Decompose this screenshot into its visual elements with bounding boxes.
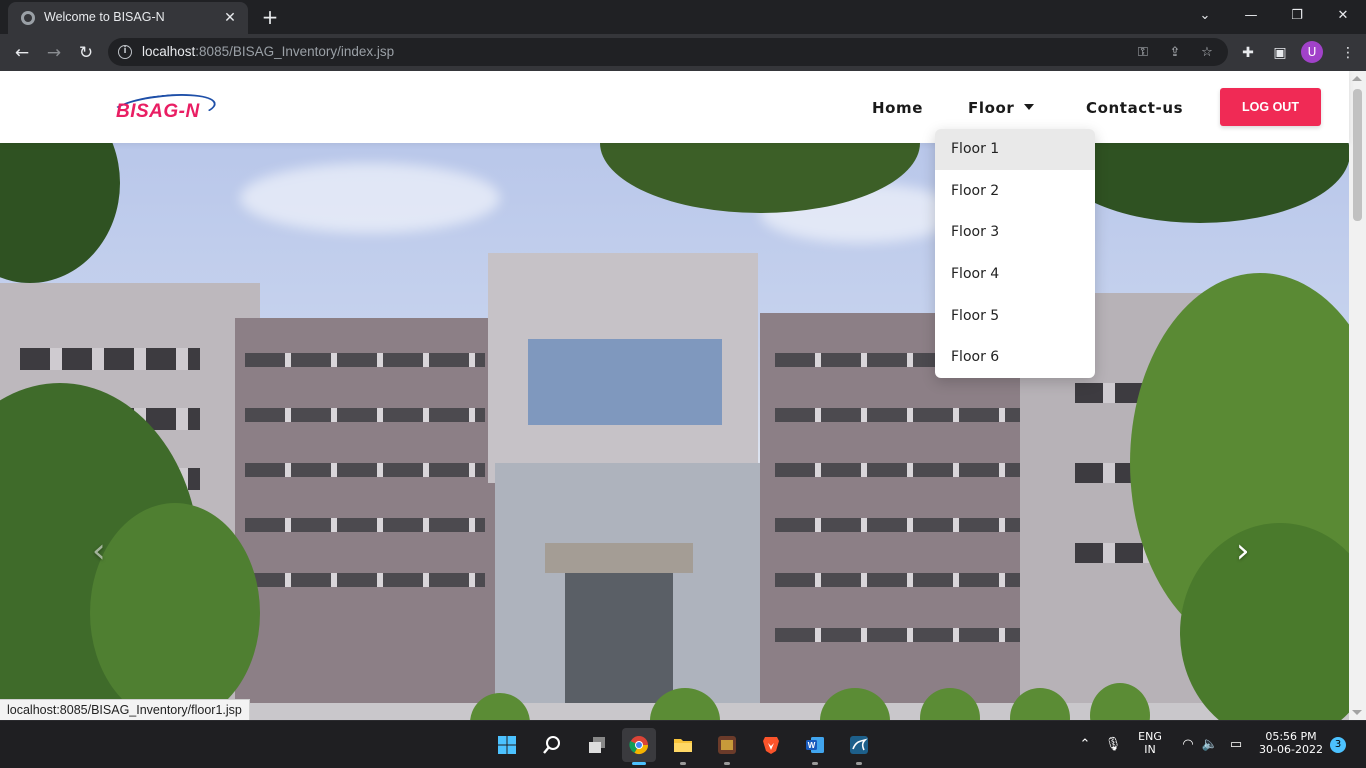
dropdown-item-floor-6[interactable]: Floor 6	[935, 337, 1095, 378]
workbench-taskbar-button[interactable]	[842, 728, 876, 765]
dropdown-item-floor-3[interactable]: Floor 3	[935, 212, 1095, 253]
dropdown-item-floor-2[interactable]: Floor 2	[935, 171, 1095, 212]
page-viewport: BISAG-N Home Floor Contact-us LOG OUT ‹ …	[0, 71, 1366, 720]
profile-avatar[interactable]: U	[1301, 41, 1323, 63]
carousel-prev-arrow-icon[interactable]: ‹	[92, 531, 106, 571]
task-view-icon	[589, 737, 605, 753]
windows-taskbar: W ⌃ 🎙 ENG IN ◠ 🔈 ▭ 05:56 PM 30-06-2022 3	[0, 720, 1366, 768]
reload-button[interactable]: ↻	[73, 40, 99, 66]
tab-title: Welcome to BISAG-N	[44, 10, 165, 24]
carousel-next-arrow-icon[interactable]: ›	[1236, 531, 1250, 571]
restore-button[interactable]: ❐	[1277, 4, 1317, 28]
search-button[interactable]	[535, 728, 569, 762]
language-indicator[interactable]: ENG IN	[1132, 730, 1168, 756]
scroll-down-arrow-icon[interactable]	[1352, 710, 1362, 715]
running-indicator	[812, 762, 818, 765]
url-text[interactable]: localhost:8085/BISAG_Inventory/index.jsp	[142, 44, 394, 59]
dropdown-item-floor-4[interactable]: Floor 4	[935, 254, 1095, 295]
key-icon[interactable]: ⚿	[1132, 42, 1154, 64]
running-indicator	[856, 762, 862, 765]
nav-contact-link[interactable]: Contact-us	[1086, 99, 1183, 117]
bisag-logo[interactable]: BISAG-N	[108, 89, 220, 129]
site-navbar: BISAG-N Home Floor Contact-us LOG OUT	[0, 71, 1349, 143]
brave-lion-icon	[763, 737, 779, 754]
battery-icon[interactable]: ▭	[1226, 735, 1246, 755]
bookmark-star-icon[interactable]: ☆	[1196, 42, 1218, 64]
tab-close-button[interactable]: ✕	[220, 8, 240, 28]
windows-logo-icon	[498, 736, 516, 754]
word-taskbar-button[interactable]: W	[798, 728, 832, 765]
site-info-icon[interactable]: i	[118, 45, 132, 59]
share-icon[interactable]: ⇪	[1164, 42, 1186, 64]
clock[interactable]: 05:56 PM 30-06-2022	[1254, 730, 1328, 756]
hero-carousel: ‹ ›	[0, 143, 1349, 720]
close-window-button[interactable]: ✕	[1323, 4, 1363, 28]
side-panel-icon[interactable]: ▣	[1267, 40, 1293, 66]
nav-home-link[interactable]: Home	[872, 99, 923, 117]
task-view-button[interactable]	[580, 728, 614, 762]
chrome-icon	[629, 736, 648, 755]
brave-taskbar-button[interactable]	[754, 728, 788, 762]
database-dolphin-icon	[850, 736, 868, 754]
app-icon	[718, 736, 736, 754]
logout-button[interactable]: LOG OUT	[1220, 88, 1321, 126]
start-button[interactable]	[490, 728, 524, 762]
active-indicator	[632, 762, 646, 765]
nav-floor-dropdown-toggle[interactable]: Floor	[968, 99, 1035, 117]
forward-button[interactable]: →	[41, 40, 67, 66]
cloud	[240, 163, 500, 233]
browser-tabstrip: Welcome to BISAG-N ✕ + ⌄ — ❐ ✕	[0, 0, 1366, 34]
notification-count-badge[interactable]: 3	[1330, 737, 1346, 753]
floor-dropdown-menu: Floor 1 Floor 2 Floor 3 Floor 4 Floor 5 …	[935, 129, 1095, 378]
back-button[interactable]: ←	[9, 40, 35, 66]
caret-down-icon	[1024, 103, 1035, 110]
extensions-puzzle-icon[interactable]: ✚	[1235, 40, 1261, 66]
file-explorer-taskbar-button[interactable]	[666, 728, 700, 765]
browser-toolbar: ← → ↻ i localhost:8085/BISAG_Inventory/i…	[0, 34, 1366, 71]
tab-search-chevron-icon[interactable]: ⌄	[1185, 4, 1225, 28]
volume-icon[interactable]: 🔈	[1200, 735, 1220, 755]
minimize-button[interactable]: —	[1231, 4, 1271, 28]
microphone-icon[interactable]: 🎙	[1103, 735, 1123, 755]
word-icon: W	[806, 737, 824, 753]
dropdown-item-floor-5[interactable]: Floor 5	[935, 296, 1095, 337]
globe-icon	[21, 11, 35, 25]
running-indicator	[680, 762, 686, 765]
chrome-taskbar-button[interactable]	[622, 728, 656, 765]
dropdown-item-floor-1[interactable]: Floor 1	[935, 129, 1095, 170]
link-status-bubble: localhost:8085/BISAG_Inventory/floor1.js…	[0, 699, 250, 720]
browser-tab[interactable]: Welcome to BISAG-N ✕	[8, 2, 248, 34]
scrollbar-thumb[interactable]	[1353, 89, 1362, 221]
app-taskbar-button[interactable]	[710, 728, 744, 765]
folder-icon	[674, 739, 692, 752]
browser-menu-icon[interactable]: ⋮	[1335, 40, 1361, 66]
running-indicator	[724, 762, 730, 765]
tray-overflow-chevron-icon[interactable]: ⌃	[1075, 735, 1095, 755]
scroll-up-arrow-icon[interactable]	[1352, 76, 1362, 81]
page-scrollbar[interactable]	[1349, 71, 1366, 720]
new-tab-button[interactable]: +	[258, 5, 282, 29]
wifi-icon[interactable]: ◠	[1178, 735, 1198, 755]
search-icon	[543, 736, 560, 754]
address-bar[interactable]: i localhost:8085/BISAG_Inventory/index.j…	[108, 38, 1228, 66]
svg-text:W: W	[808, 741, 816, 750]
